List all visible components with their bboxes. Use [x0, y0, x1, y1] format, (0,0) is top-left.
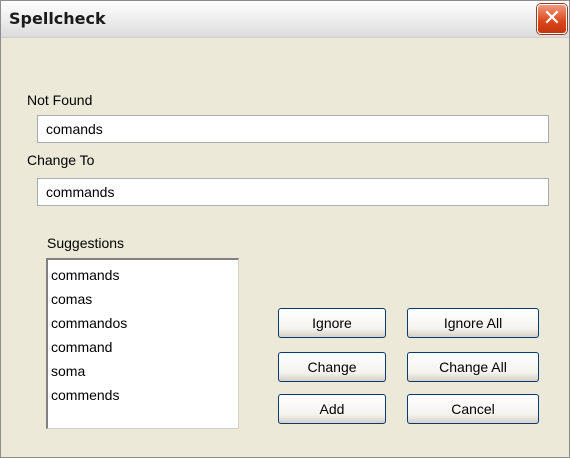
change-all-button[interactable]: Change All	[407, 352, 539, 382]
list-item[interactable]: commands	[48, 263, 238, 287]
list-item[interactable]: commandos	[48, 311, 238, 335]
list-item[interactable]: soma	[48, 359, 238, 383]
change-to-label: Change To	[27, 152, 95, 168]
list-item[interactable]: commends	[48, 383, 238, 407]
not-found-field[interactable]: comands	[37, 115, 549, 143]
spellcheck-dialog: Spellcheck ✕ Not Found comands Change To…	[0, 0, 570, 458]
add-button[interactable]: Add	[278, 394, 386, 424]
list-item[interactable]: comas	[48, 287, 238, 311]
not-found-label: Not Found	[27, 92, 93, 108]
change-button[interactable]: Change	[278, 352, 386, 382]
dialog-body: Not Found comands Change To commands Sug…	[1, 38, 569, 457]
suggestions-list[interactable]: commands comas commandos command soma co…	[46, 258, 239, 429]
cancel-button[interactable]: Cancel	[407, 394, 539, 424]
suggestions-label: Suggestions	[47, 235, 125, 251]
dialog-title: Spellcheck	[9, 9, 106, 28]
ignore-all-button[interactable]: Ignore All	[407, 308, 539, 338]
ignore-button[interactable]: Ignore	[278, 308, 386, 338]
list-item[interactable]: command	[48, 335, 238, 359]
title-bar[interactable]: Spellcheck ✕	[1, 1, 569, 38]
close-button[interactable]: ✕	[537, 4, 567, 34]
change-to-field[interactable]: commands	[37, 178, 549, 206]
close-icon: ✕	[542, 6, 562, 31]
